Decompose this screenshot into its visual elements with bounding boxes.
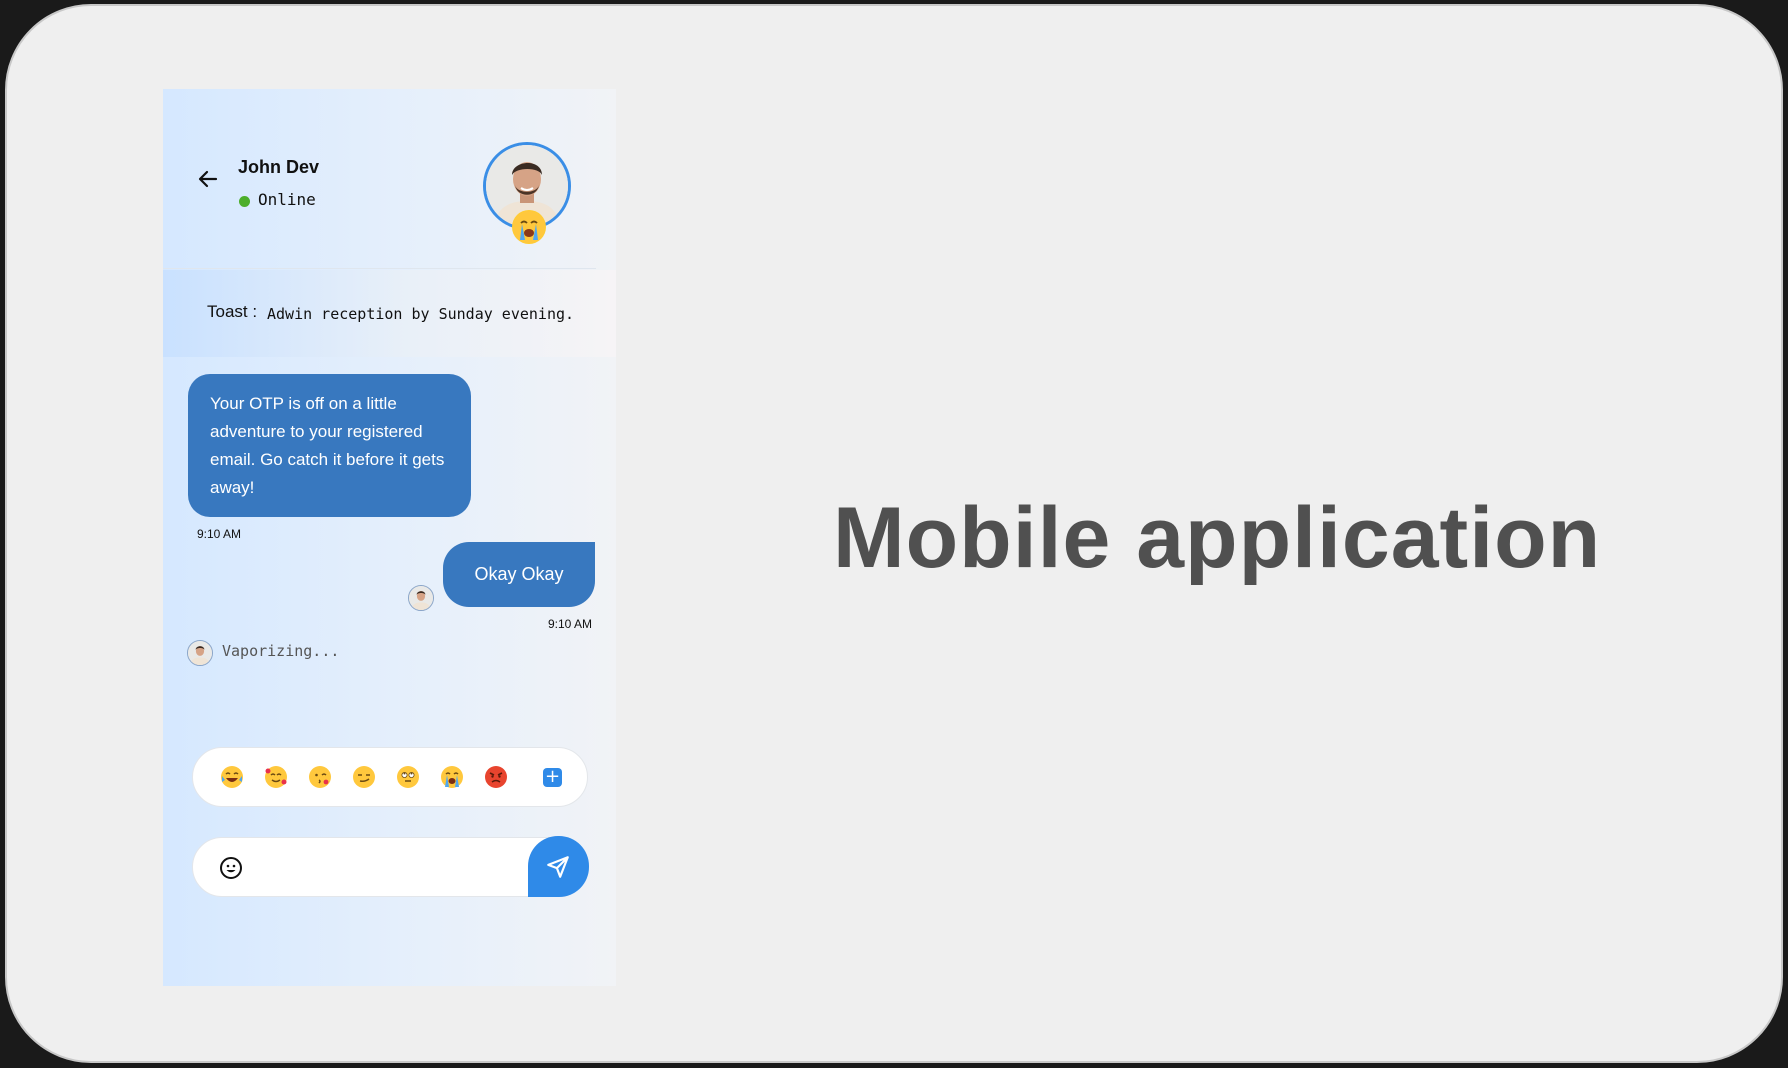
tears-of-joy-icon[interactable] [220,765,244,789]
face-blowing-kiss-icon[interactable] [308,765,332,789]
message-input[interactable] [255,848,519,888]
header-divider [163,268,596,269]
typing-indicator: Vaporizing... [222,642,340,660]
presentation-frame: John Dev Online Toast: Adwin reception … [5,4,1783,1063]
add-reaction-icon[interactable]: + [543,768,562,787]
send-button[interactable] [528,836,589,897]
loudly-crying-face-icon[interactable] [440,765,464,789]
contact-name: John Dev [238,157,320,177]
smiling-face-with-hearts-icon[interactable] [264,765,288,789]
outgoing-message-bubble: Okay Okay [443,542,595,607]
chat-header: John Dev Online [163,89,616,269]
loudly-crying-face-icon [512,210,546,244]
send-icon [547,856,569,878]
pouting-face-icon[interactable] [484,765,508,789]
emoji-picker-icon[interactable] [219,856,243,880]
toast-message: Adwin reception by Sunday evening. [267,305,575,323]
toast-banner: Toast : Adwin reception by Sunday evenin… [163,270,616,357]
contact-status: Online [258,190,316,209]
reaction-bar: + [192,747,588,807]
hero-title: Mobile application [833,490,1602,586]
toast-label: Toast : [207,302,258,321]
back-arrow-icon[interactable] [196,167,220,191]
outgoing-message-time: 9:10 AM [548,617,593,631]
person-avatar-icon [409,586,433,610]
sender-avatar [408,585,434,611]
face-with-rolling-eyes-icon[interactable] [396,765,420,789]
incoming-message-time: 9:10 AM [197,527,242,541]
mobile-chat-screen: John Dev Online Toast: Adwin reception … [163,89,616,986]
smirking-face-icon[interactable] [352,765,376,789]
online-status-dot [239,196,250,207]
typing-avatar [187,640,213,666]
person-avatar-icon [188,641,212,665]
incoming-message-bubble: Your OTP is off on a little adventure to… [188,374,471,517]
